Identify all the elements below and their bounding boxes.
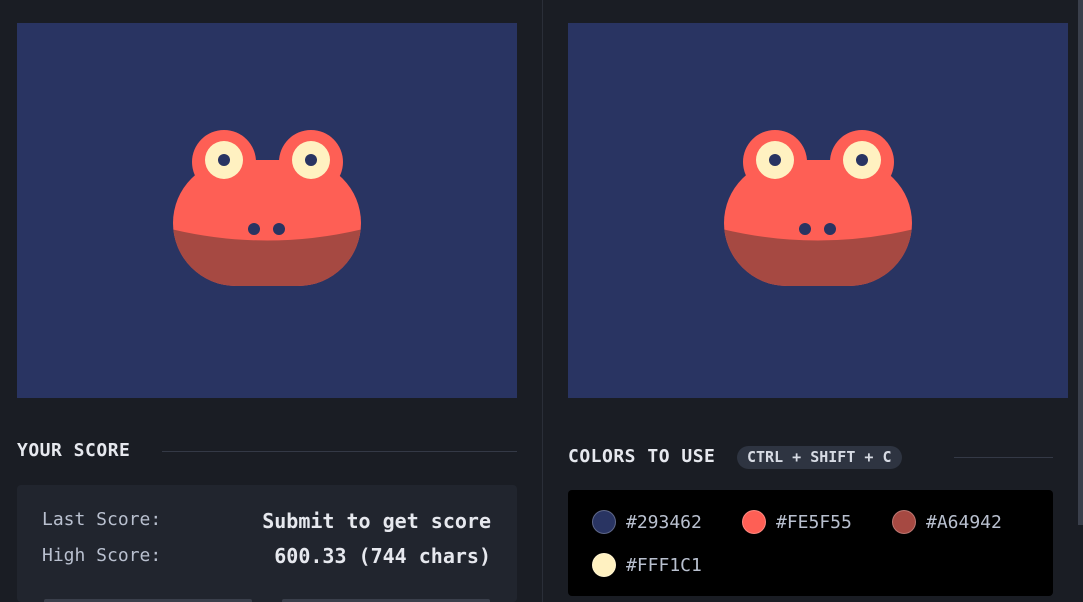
scrollbar[interactable] — [1078, 0, 1083, 525]
color-swatch[interactable]: #FFF1C1 — [592, 553, 702, 577]
frog-drawing-output — [173, 130, 361, 286]
score-panel: Last Score: Submit to get score High Sco… — [17, 485, 517, 602]
color-dot — [892, 510, 916, 534]
column-divider — [542, 0, 543, 602]
right-nostril — [273, 223, 285, 235]
last-score-label: Last Score: — [42, 509, 162, 530]
output-canvas — [17, 23, 517, 398]
color-dot — [592, 510, 616, 534]
right-nostril — [824, 223, 836, 235]
color-hex: #293462 — [626, 511, 702, 533]
left-nostril — [248, 223, 260, 235]
last-score-value: Submit to get score — [262, 509, 491, 533]
color-hex: #FFF1C1 — [626, 554, 702, 576]
left-pupil — [218, 154, 230, 166]
right-pupil — [305, 154, 317, 166]
colors-heading-rule — [954, 457, 1053, 458]
color-dot — [742, 510, 766, 534]
colors-heading: COLORS TO USE — [568, 446, 716, 467]
copy-colors-shortcut-badge: CTRL + SHIFT + C — [737, 446, 902, 469]
color-hex: #FE5F55 — [776, 511, 852, 533]
color-hex: #A64942 — [926, 511, 1002, 533]
color-palette: #293462 #FE5F55 #A64942 #FFF1C1 — [568, 490, 1053, 596]
score-heading-rule — [162, 451, 517, 452]
right-pupil — [856, 154, 868, 166]
color-dot — [592, 553, 616, 577]
left-pupil — [769, 154, 781, 166]
left-nostril — [799, 223, 811, 235]
color-swatch[interactable]: #A64942 — [892, 510, 1002, 534]
frog-drawing-target — [724, 130, 912, 286]
color-swatch[interactable]: #FE5F55 — [742, 510, 852, 534]
score-heading: YOUR SCORE — [17, 440, 131, 461]
color-swatch[interactable]: #293462 — [592, 510, 702, 534]
target-canvas — [568, 23, 1068, 398]
high-score-label: High Score: — [42, 545, 162, 566]
high-score-value: 600.33 (744 chars) — [274, 544, 491, 568]
